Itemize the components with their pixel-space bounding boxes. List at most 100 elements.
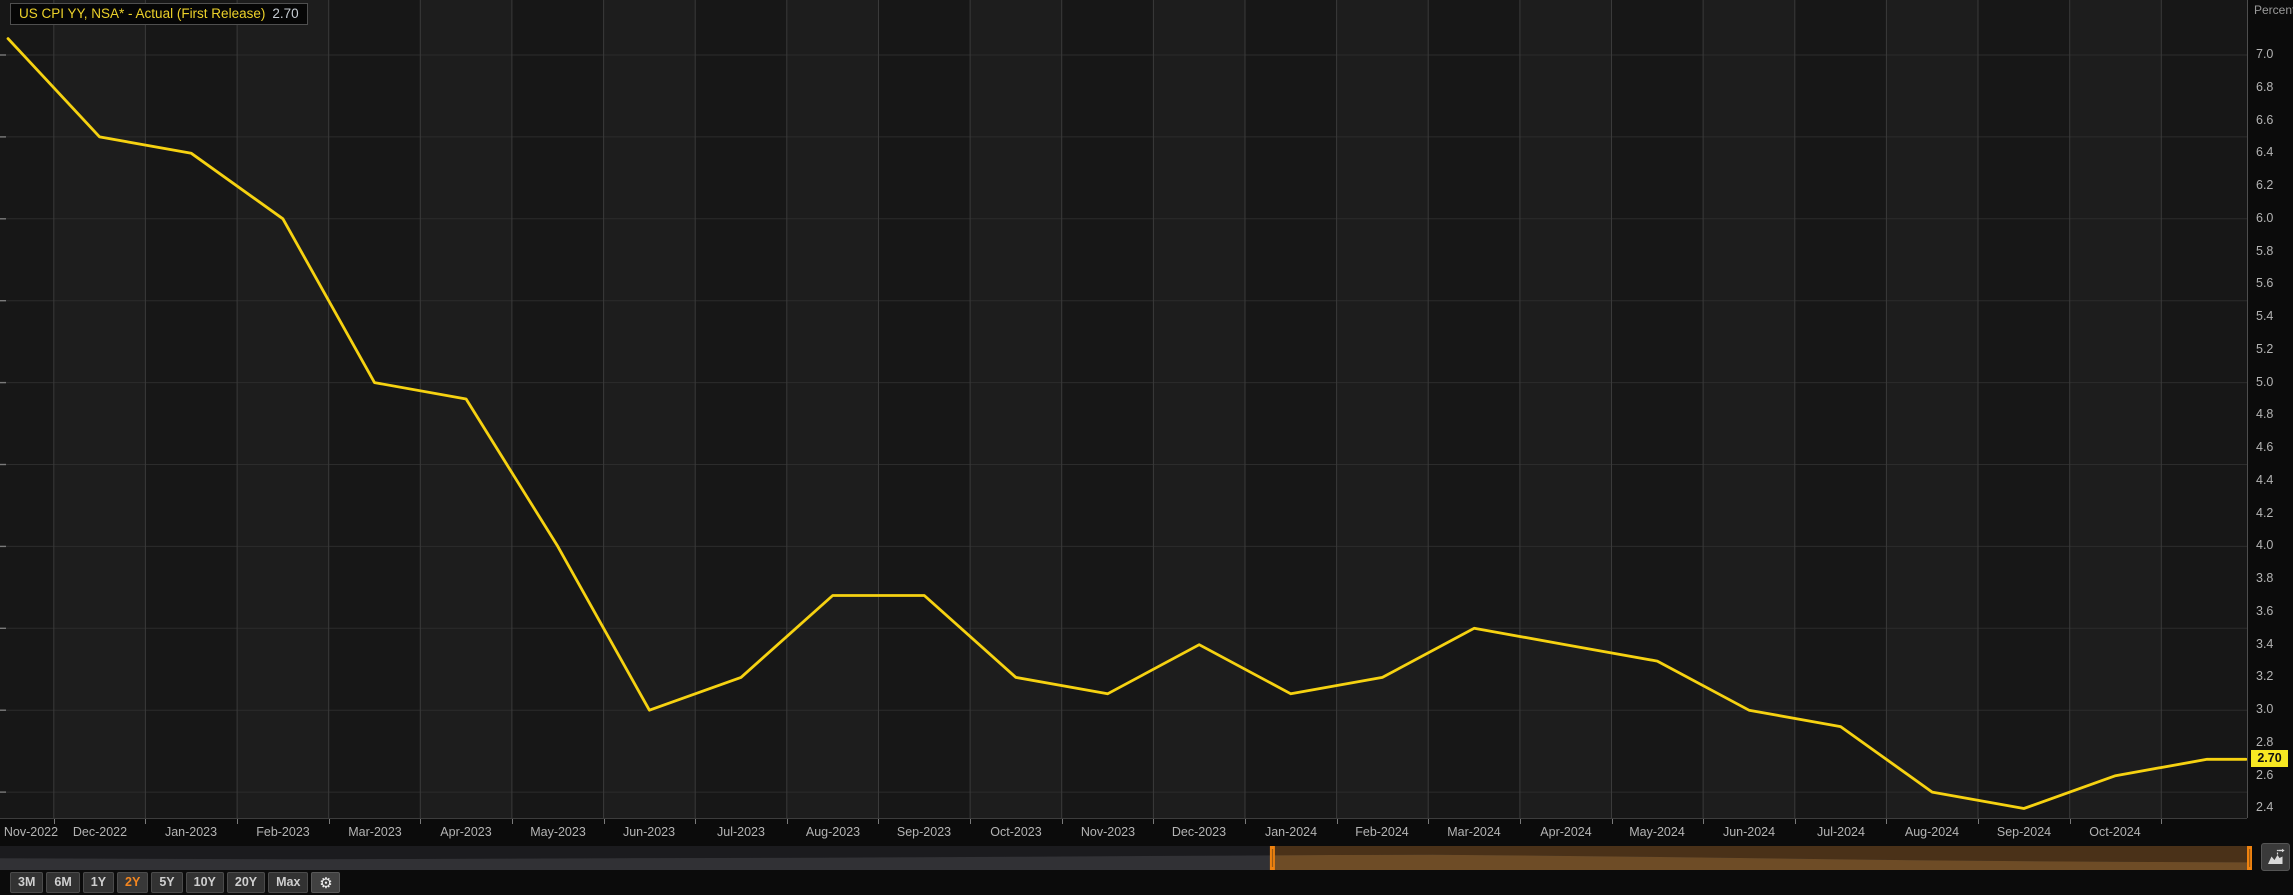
x-axis-tick: [1245, 819, 1246, 824]
timeline-scrollbar[interactable]: [0, 846, 2252, 872]
jump-to-latest-chart-icon: [2266, 847, 2286, 867]
range-button-20y[interactable]: 20Y: [227, 872, 265, 893]
plot-band: [145, 0, 237, 818]
x-axis-tick: [787, 819, 788, 824]
plot-band: [1703, 0, 1795, 818]
y-tick-label: 6.2: [2256, 178, 2292, 192]
plot-band: [1062, 0, 1154, 818]
scrollbar-right-handle-grip: [2249, 849, 2250, 867]
y-tick-label: 5.0: [2256, 375, 2292, 389]
range-button-1y[interactable]: 1Y: [83, 872, 114, 893]
range-button-5y[interactable]: 5Y: [151, 872, 182, 893]
plot-band: [1795, 0, 1887, 818]
plot-band: [879, 0, 971, 818]
jump-to-latest-button[interactable]: [2261, 843, 2290, 871]
range-button-10y[interactable]: 10Y: [186, 872, 224, 893]
plot-band: [1245, 0, 1337, 818]
plot-band: [1978, 0, 2070, 818]
x-axis-tick: [145, 819, 146, 824]
x-axis-label: Feb-2023: [238, 825, 328, 839]
range-button-6m[interactable]: 6M: [46, 872, 79, 893]
plot-band: [420, 0, 512, 818]
plot-band: [54, 0, 146, 818]
y-tick-label: 2.4: [2256, 800, 2292, 814]
x-axis-label: Sep-2024: [1979, 825, 2069, 839]
last-value-marker: 2.70: [2251, 750, 2288, 767]
series-legend-label: US CPI YY, NSA* - Actual (First Release): [19, 6, 265, 21]
plot-band: [970, 0, 1062, 818]
plot-band: [329, 0, 421, 818]
range-button-3m[interactable]: 3M: [10, 872, 43, 893]
y-tick-label: 5.8: [2256, 244, 2292, 258]
y-tick-label: 5.4: [2256, 309, 2292, 323]
y-tick-label: 4.8: [2256, 407, 2292, 421]
x-axis-tick: [878, 819, 879, 824]
x-axis-label: Mar-2023: [330, 825, 420, 839]
plot-band: [1886, 0, 1978, 818]
y-tick-label: 7.0: [2256, 47, 2292, 61]
x-axis-label: Jan-2023: [146, 825, 236, 839]
plot-band: [512, 0, 604, 818]
x-axis-label: May-2024: [1612, 825, 1702, 839]
plot-band: [1337, 0, 1429, 818]
x-axis-label: Aug-2024: [1887, 825, 1977, 839]
x-axis-tick: [1062, 819, 1063, 824]
y-tick-label: 3.2: [2256, 669, 2292, 683]
y-tick-label: 4.2: [2256, 506, 2292, 520]
x-axis-tick: [237, 819, 238, 824]
y-axis[interactable]: Percent 7.06.86.66.46.26.05.85.65.45.25.…: [2247, 0, 2293, 818]
x-axis-tick: [1886, 819, 1887, 824]
x-axis-tick: [1703, 819, 1704, 824]
plot-band: [1153, 0, 1245, 818]
x-axis-tick: [2161, 819, 2162, 824]
y-tick-label: 6.0: [2256, 211, 2292, 225]
x-axis-label: Feb-2024: [1337, 825, 1427, 839]
x-axis-label: Dec-2023: [1154, 825, 1244, 839]
x-axis-label: Mar-2024: [1429, 825, 1519, 839]
y-axis-unit-label: Percent: [2254, 3, 2293, 17]
y-tick-label: 5.6: [2256, 276, 2292, 290]
x-axis-tick: [1153, 819, 1154, 824]
y-tick-label: 2.8: [2256, 735, 2292, 749]
x-axis-tick: [2070, 819, 2071, 824]
y-tick-label: 3.0: [2256, 702, 2292, 716]
x-axis-tick: [1337, 819, 1338, 824]
x-axis-label: Dec-2022: [55, 825, 145, 839]
x-axis-tick: [604, 819, 605, 824]
x-axis[interactable]: Nov-2022Dec-2022Jan-2023Feb-2023Mar-2023…: [0, 818, 2247, 846]
y-tick-label: 6.6: [2256, 113, 2292, 127]
x-axis-tick: [970, 819, 971, 824]
series-legend[interactable]: US CPI YY, NSA* - Actual (First Release)…: [10, 3, 308, 25]
x-axis-tick: [1428, 819, 1429, 824]
x-axis-tick: [1978, 819, 1979, 824]
x-axis-label: Jul-2024: [1796, 825, 1886, 839]
plot-band: [787, 0, 879, 818]
chart-application: US CPI YY, NSA* - Actual (First Release)…: [0, 0, 2293, 895]
range-button-max[interactable]: Max: [268, 872, 308, 893]
gear-icon[interactable]: ⚙: [311, 872, 340, 893]
y-tick-label: 4.4: [2256, 473, 2292, 487]
y-tick-label: 3.6: [2256, 604, 2292, 618]
x-axis-label: May-2023: [513, 825, 603, 839]
y-tick-label: 4.6: [2256, 440, 2292, 454]
range-button-2y[interactable]: 2Y: [117, 872, 148, 893]
main-chart-canvas[interactable]: [0, 0, 2247, 818]
x-axis-label: Oct-2023: [971, 825, 1061, 839]
plot-band: [1428, 0, 1520, 818]
plot-band: [2161, 0, 2247, 818]
x-axis-label: Jun-2024: [1704, 825, 1794, 839]
x-axis-label: Oct-2024: [2070, 825, 2160, 839]
plot-band: [695, 0, 787, 818]
y-tick-label: 5.2: [2256, 342, 2292, 356]
x-axis-tick: [329, 819, 330, 824]
y-tick-label: 3.4: [2256, 637, 2292, 651]
y-tick-label: 6.4: [2256, 145, 2292, 159]
plot-band: [2070, 0, 2162, 818]
x-axis-label: Apr-2024: [1521, 825, 1611, 839]
x-axis-label: Jun-2023: [604, 825, 694, 839]
x-axis-label: Sep-2023: [879, 825, 969, 839]
plot-band: [0, 0, 54, 818]
x-axis-tick: [420, 819, 421, 824]
x-axis-tick: [512, 819, 513, 824]
y-tick-label: 2.6: [2256, 768, 2292, 782]
